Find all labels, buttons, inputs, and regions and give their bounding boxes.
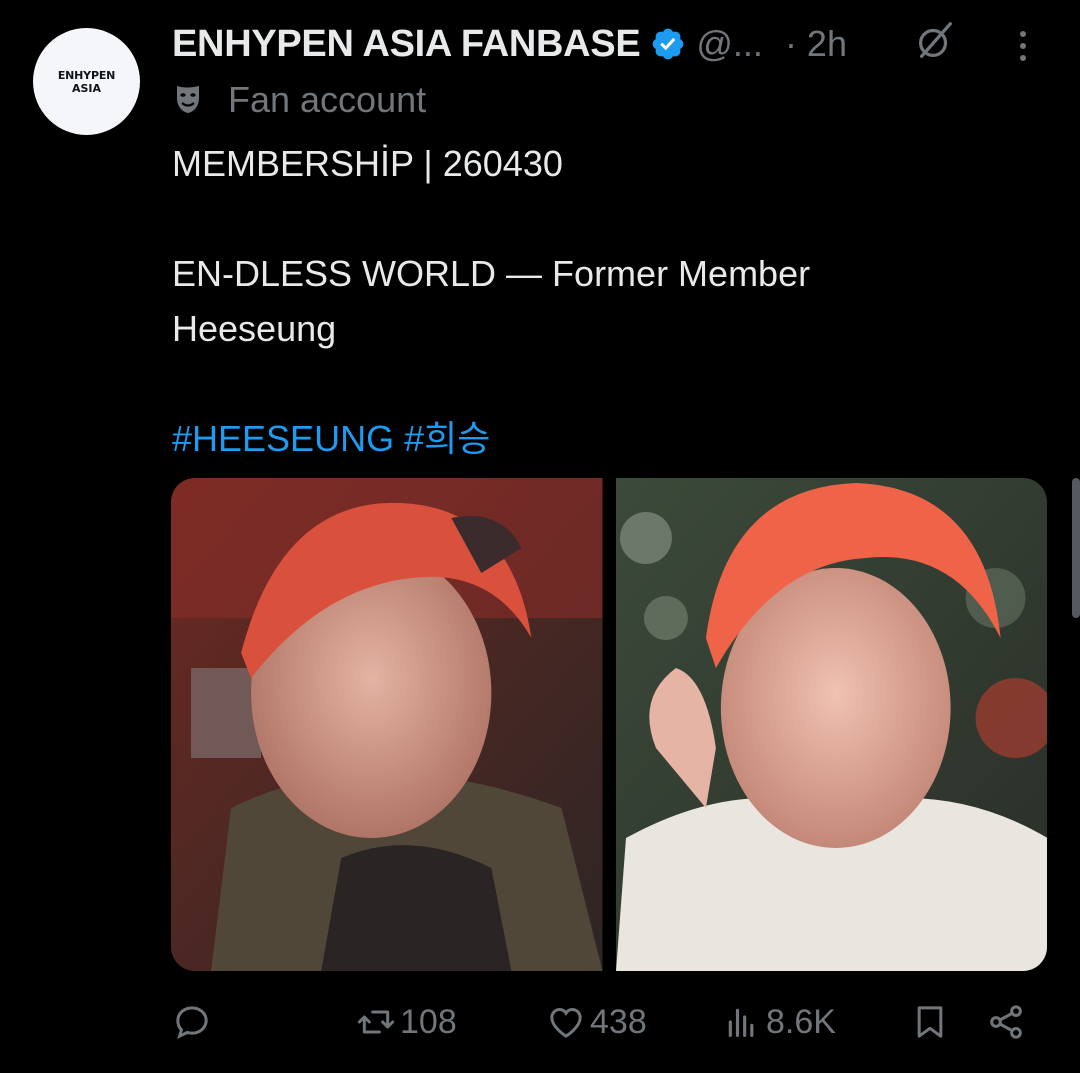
tweet-text: MEMBERSHİP | 260430 EN-DLESS WORLD — For… — [172, 136, 1012, 466]
repost-button[interactable]: 108 — [356, 990, 457, 1054]
display-name[interactable]: ENHYPEN ASIA FANBASE — [172, 23, 641, 66]
theater-masks-icon — [177, 86, 199, 113]
views-button[interactable]: 8.6K — [722, 990, 836, 1054]
views-chart-icon — [728, 1008, 754, 1037]
verified-badge-icon — [653, 28, 684, 60]
scrollbar[interactable] — [1072, 478, 1080, 618]
hashtag-line: #HEESEUNG #희승 — [172, 411, 1012, 466]
avatar-text-line2: ASIA — [71, 81, 102, 95]
photo-2[interactable] — [615, 478, 1047, 971]
views-count: 8.6K — [766, 1002, 836, 1041]
timestamp[interactable]: · 2h — [785, 23, 847, 65]
share-icon — [990, 1005, 1022, 1039]
hashtag-link[interactable]: #HEESEUNG — [172, 418, 394, 459]
heart-icon — [550, 1007, 582, 1038]
tweet-text-line: MEMBERSHİP | 260430 — [172, 143, 563, 184]
grok-icon[interactable] — [912, 18, 958, 64]
fan-account-label: Fan account — [228, 79, 427, 120]
user-handle[interactable]: @... — [696, 23, 763, 65]
like-count: 438 — [590, 1002, 647, 1041]
photo-1[interactable] — [171, 478, 603, 971]
bookmark-button[interactable] — [910, 990, 950, 1054]
tweet-text-line: Heeseung — [172, 308, 337, 349]
more-vertical-icon[interactable] — [1005, 28, 1041, 64]
share-button[interactable] — [986, 990, 1026, 1054]
bookmark-icon — [917, 1006, 943, 1038]
avatar[interactable]: ENHYPEN ASIA — [33, 28, 140, 135]
tweet[interactable]: ENHYPEN ASIA ENHYPEN ASIA FANBASE @... ·… — [0, 0, 1080, 1073]
tweet-text-line: EN-DLESS WORLD — Former Member — [172, 253, 811, 294]
repost-icon — [357, 1010, 395, 1034]
reply-button[interactable] — [172, 990, 212, 1054]
avatar-text-line1: ENHYPEN — [57, 68, 116, 82]
repost-count: 108 — [400, 1002, 457, 1041]
account-label: Fan account — [172, 78, 426, 122]
media-grid — [171, 478, 1047, 971]
hashtag-link[interactable]: #희승 — [404, 418, 490, 459]
action-bar: 108 438 8.6K — [172, 990, 1042, 1054]
like-button[interactable]: 438 — [546, 990, 647, 1054]
tweet-header: ENHYPEN ASIA FANBASE @... · 2h — [172, 18, 847, 70]
reply-icon — [176, 1006, 208, 1040]
